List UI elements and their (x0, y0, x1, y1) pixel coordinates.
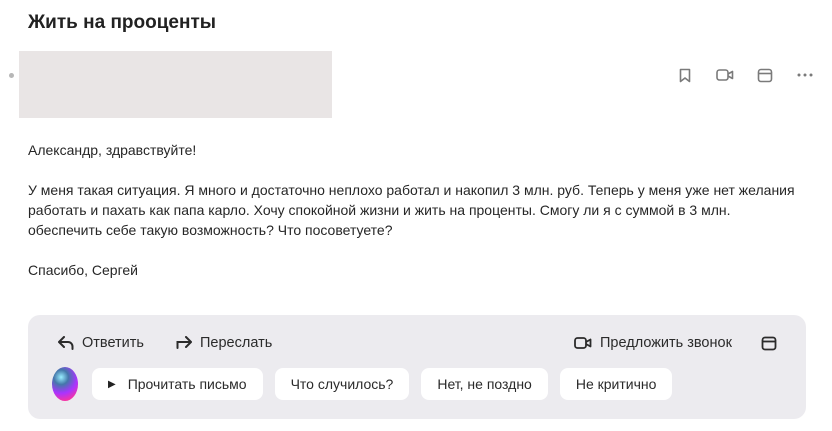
forward-label: Переслать (200, 335, 273, 351)
more-icon[interactable] (796, 66, 814, 84)
quick-replies: ▶ Прочитать письмо Что случилось? Нет, н… (52, 367, 673, 401)
action-panel: Ответить Переслать Предложить звонок ▶ П… (28, 315, 806, 419)
play-icon: ▶ (108, 378, 116, 390)
calendar-icon[interactable] (756, 66, 774, 84)
read-letter-label: Прочитать письмо (127, 376, 247, 392)
read-letter-button[interactable]: ▶ Прочитать письмо (92, 368, 263, 400)
assistant-orb-icon[interactable] (52, 367, 78, 401)
email-subject: Жить на прооценты (28, 12, 216, 33)
unread-dot (9, 73, 14, 78)
quick-reply-not-late[interactable]: Нет, не поздно (421, 368, 548, 400)
bookmark-icon[interactable] (676, 66, 694, 84)
video-call-icon (574, 337, 592, 349)
message-toolbar (676, 66, 814, 84)
forward-icon (176, 336, 192, 349)
quick-reply-what-happened[interactable]: Что случилось? (274, 368, 410, 400)
forward-button[interactable]: Переслать (176, 335, 272, 351)
reply-label: Ответить (82, 335, 144, 351)
reply-button[interactable]: Ответить (58, 335, 144, 351)
greeting: Александр, здравствуйте! (28, 142, 197, 158)
calendar-icon (761, 336, 777, 351)
suggest-call-button[interactable]: Предложить звонок (574, 335, 732, 351)
suggest-call-label: Предложить звонок (600, 335, 732, 351)
email-body: Александр, здравствуйте! У меня такая си… (28, 140, 808, 300)
body-paragraph: У меня такая ситуация. Я много и достато… (28, 182, 795, 238)
video-call-icon[interactable] (716, 66, 734, 84)
schedule-button[interactable] (761, 335, 777, 351)
signature: Спасибо, Сергей (28, 262, 138, 278)
sender-info-redacted (19, 51, 332, 118)
quick-reply-not-critical[interactable]: Не критично (559, 368, 673, 400)
reply-icon (58, 336, 74, 350)
